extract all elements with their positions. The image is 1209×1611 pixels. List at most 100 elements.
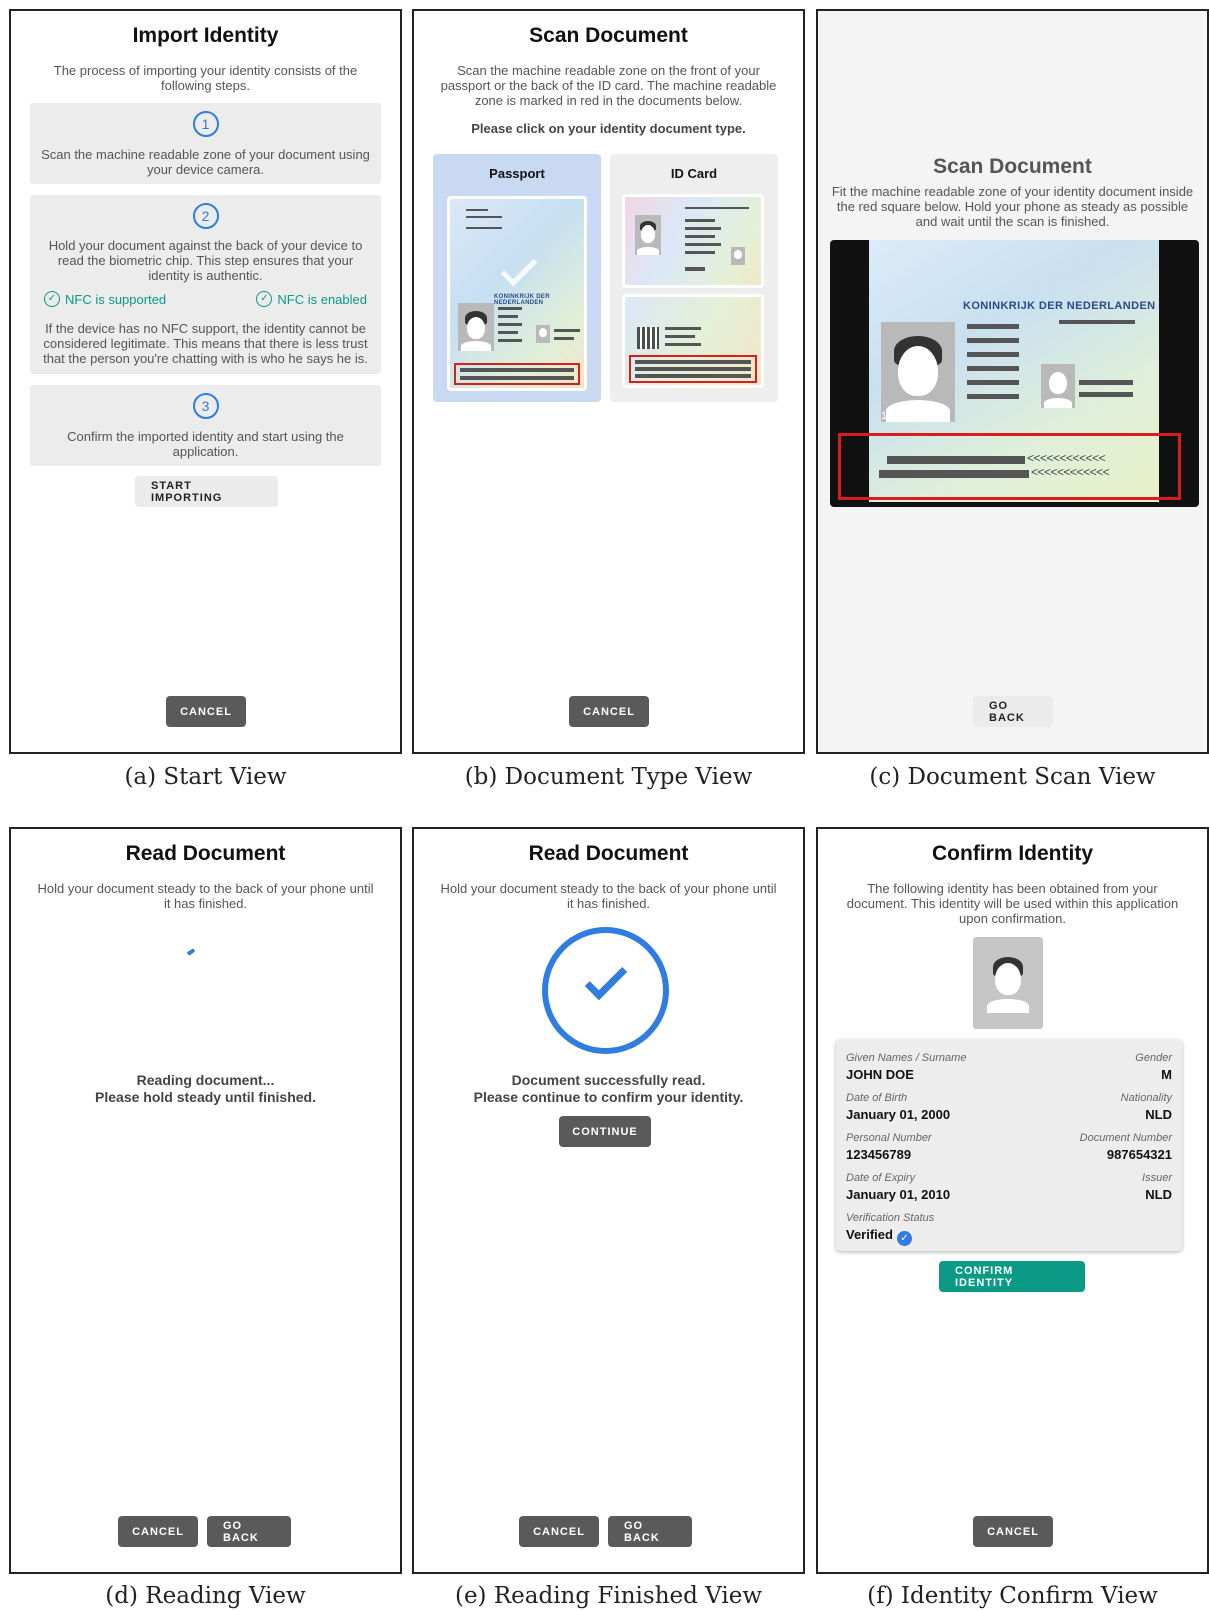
body	[637, 247, 659, 255]
doc-line	[554, 329, 580, 332]
nfc-supported-indicator: ✓ NFC is supported	[44, 291, 166, 307]
doc-line	[1079, 380, 1133, 385]
start-importing-button[interactable]: START IMPORTING	[135, 476, 278, 507]
identity-confirm-view-panel: Confirm Identity The following identity …	[816, 827, 1209, 1574]
head	[898, 346, 938, 396]
doc-line	[685, 267, 705, 271]
go-back-button[interactable]: GO BACK	[608, 1516, 692, 1547]
body	[987, 999, 1029, 1013]
document-number-label: Document Number	[1079, 1132, 1172, 1144]
cancel-button[interactable]: CANCEL	[118, 1516, 198, 1547]
mrz-line	[635, 360, 751, 364]
verification-status: Verified ✓	[846, 1227, 912, 1246]
intro-text: Hold your document steady to the back of…	[37, 881, 374, 911]
idcard-label: ID Card	[670, 166, 718, 181]
expiry-value: January 01, 2010	[846, 1187, 951, 1202]
doc-line	[967, 352, 1019, 357]
doc-line	[967, 366, 1019, 371]
step-text: Scan the machine readable zone of your d…	[41, 147, 370, 177]
intro-text: The following identity has been obtained…	[846, 881, 1179, 926]
document-scan-view-panel: Scan Document Fit the machine readable z…	[816, 9, 1209, 754]
reading-status-line2: Please hold steady until finished.	[95, 1089, 316, 1105]
head	[539, 328, 547, 337]
verification-status-value: Verified	[846, 1227, 893, 1242]
cancel-button[interactable]: CANCEL	[519, 1516, 599, 1547]
personal-number-label: Personal Number	[846, 1132, 932, 1144]
doc-line	[685, 219, 715, 222]
gender-value: M	[1161, 1067, 1172, 1082]
face-silhouette-icon	[982, 953, 1034, 1013]
verified-badge-icon: ✓	[896, 1231, 912, 1246]
checkmark-icon	[500, 249, 538, 287]
doc-line	[967, 380, 1019, 385]
confirm-identity-button[interactable]: CONFIRM IDENTITY	[939, 1261, 1085, 1292]
mrz-zone	[629, 355, 757, 383]
mrz-line	[460, 376, 574, 380]
head	[1049, 372, 1067, 394]
loading-spinner-icon	[186, 948, 196, 956]
page-title: Read Document	[125, 842, 286, 865]
doc-line	[498, 331, 518, 334]
camera-viewfinder: KONINKRIJK DER NEDERLANDEN 1965 <<<<<<<<…	[830, 240, 1199, 507]
doc-line	[1059, 320, 1135, 324]
doc-line	[685, 243, 721, 246]
head	[734, 250, 742, 259]
finished-status-line1: Document successfully read.	[511, 1072, 706, 1088]
step-text: Hold your document against the back of y…	[48, 238, 363, 283]
continue-button[interactable]: CONTINUE	[559, 1116, 651, 1147]
document-type-view-panel: Scan Document Scan the machine readable …	[412, 9, 805, 754]
idcard-back-image	[622, 294, 764, 388]
dob-label: Date of Birth	[846, 1092, 908, 1104]
go-back-button[interactable]: GO BACK	[207, 1516, 291, 1547]
face-silhouette-icon	[635, 215, 661, 255]
face-silhouette-icon	[536, 325, 550, 343]
head	[995, 963, 1021, 995]
step-card-2: 2 Hold your document against the back of…	[30, 195, 381, 374]
doc-line	[665, 343, 701, 346]
idcard-option[interactable]: ID Card	[610, 154, 778, 402]
cancel-button[interactable]: CANCEL	[569, 696, 649, 727]
caption-document-scan-view: (c) Document Scan View	[869, 764, 1156, 790]
face-silhouette-icon	[881, 322, 955, 422]
reading-finished-view-panel: Read Document Hold your document steady …	[412, 827, 805, 1574]
page-title: Read Document	[528, 842, 689, 865]
step-text: Confirm the imported identity and start …	[67, 429, 344, 459]
nfc-enabled-label: NFC is enabled	[277, 291, 367, 307]
doc-line	[685, 235, 715, 238]
caption-reading-finished-view: (e) Reading Finished View	[454, 1583, 763, 1609]
page-title: Scan Document	[529, 24, 688, 47]
step-number-icon: 2	[192, 203, 219, 229]
check-circle-icon: ✓	[256, 291, 273, 307]
verification-status-label: Verification Status	[846, 1212, 935, 1224]
go-back-button[interactable]: GO BACK	[973, 696, 1053, 727]
intro-text: The process of importing your identity c…	[53, 63, 358, 93]
nationality-label: Nationality	[1120, 1092, 1172, 1104]
scan-target-frame	[838, 433, 1181, 500]
idcard-front-image	[622, 194, 764, 288]
cancel-button[interactable]: CANCEL	[166, 696, 246, 727]
finished-status-line2: Please continue to confirm your identity…	[473, 1089, 744, 1105]
doc-line	[967, 338, 1019, 343]
caption-identity-confirm-view: (f) Identity Confirm View	[867, 1583, 1158, 1609]
face-silhouette-icon	[731, 247, 745, 265]
page-title: Import Identity	[132, 24, 279, 47]
doc-line	[1079, 392, 1133, 397]
passport-country: KONINKRIJK DER NEDERLANDEN	[494, 294, 550, 306]
doc-line	[466, 209, 488, 211]
qr-code-icon	[637, 327, 659, 349]
step-number-icon: 3	[192, 393, 219, 419]
passport-label: Passport	[489, 166, 545, 181]
expiry-label: Date of Expiry	[846, 1172, 916, 1184]
identity-details-card: Given Names / Surname JOHN DOE Gender M …	[836, 1040, 1182, 1251]
doc-line	[665, 327, 701, 330]
cancel-button[interactable]: CANCEL	[973, 1516, 1053, 1547]
personal-number-value: 123456789	[846, 1147, 912, 1162]
intro-text: Scan the machine readable zone on the fr…	[440, 63, 777, 108]
mrz-line	[460, 368, 574, 372]
doc-line	[685, 251, 715, 254]
passport-option[interactable]: Passport KONINKRIJK DER NEDERLANDEN	[433, 154, 601, 402]
nfc-note: If the device has no NFC support, the id…	[43, 321, 368, 366]
document-number-value: 987654321	[1106, 1147, 1172, 1162]
head	[641, 225, 655, 243]
intro-text: Fit the machine readable zone of your id…	[831, 184, 1194, 229]
